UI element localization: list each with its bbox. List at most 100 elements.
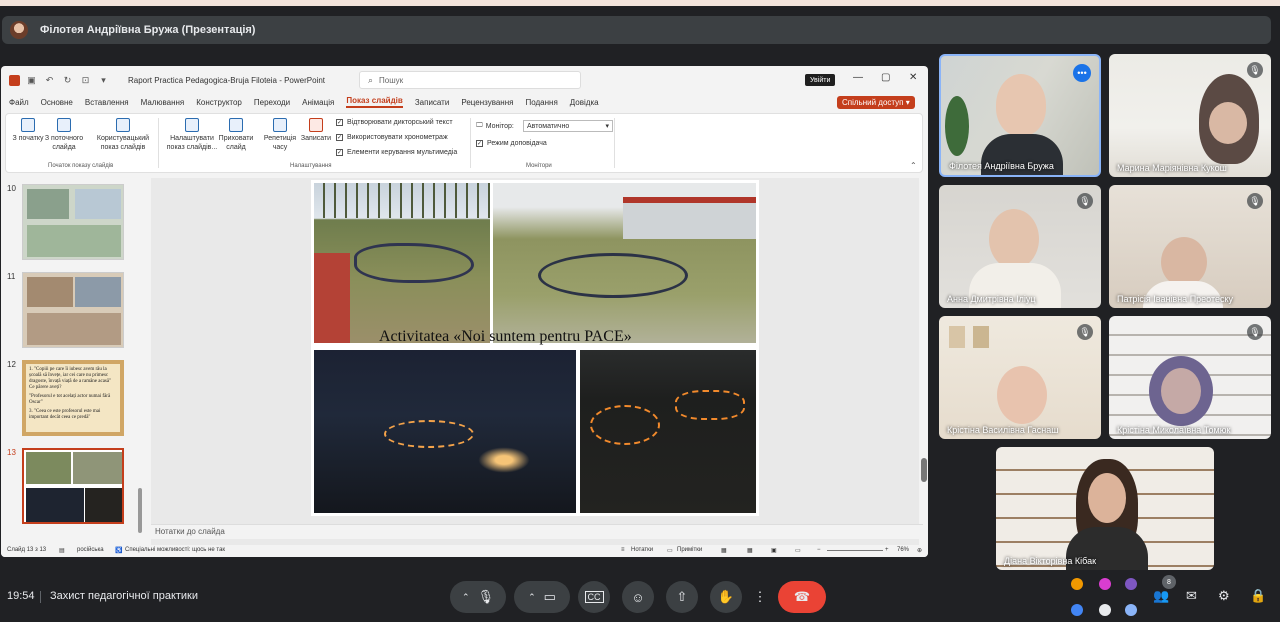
photo-school-building-shape [623, 197, 756, 239]
menu-item[interactable]: Записати [415, 98, 450, 107]
signin-button[interactable]: Увійти [805, 74, 836, 86]
present-icon[interactable]: ⊡ [80, 75, 91, 86]
participant-tile[interactable]: 🎙 Патрісія Іванівна Преотеску [1109, 185, 1271, 308]
zoom-level[interactable]: 76% [897, 547, 909, 553]
camera-button[interactable]: ⌃ ▭ [514, 581, 570, 613]
menu-item[interactable]: Файл [9, 98, 29, 107]
spellcheck-icon[interactable]: ▤ [59, 547, 65, 554]
mic-button[interactable]: ⌃ 🎙 [450, 581, 506, 613]
reaction-icon[interactable] [1125, 578, 1137, 590]
zoom-out-icon[interactable]: − [817, 547, 821, 553]
document-title: Raport Practica Pedagogica-Bruja Filotei… [128, 75, 325, 85]
menu-item[interactable]: Довідка [570, 98, 599, 107]
participant-tile[interactable]: Діана Вікторівна Кібак [996, 447, 1214, 570]
menu-item[interactable]: Вставлення [85, 98, 129, 107]
fit-slide-icon[interactable]: ⊕ [917, 547, 922, 554]
present-button[interactable]: ⇧ [666, 581, 698, 613]
media-controls-checkbox[interactable]: ✓ Елементи керування мультимедіа [336, 149, 457, 156]
save-icon[interactable]: ▣ [26, 75, 37, 86]
menu-item[interactable]: Рецензування [461, 98, 513, 107]
photo-candles-shape [590, 405, 660, 445]
participant-tile[interactable]: 🎙 Крістіна Василівна Гаснаш [939, 316, 1101, 439]
participant-count-badge: 8 [1162, 575, 1176, 589]
thumbnail-scrollbar[interactable] [138, 488, 142, 533]
setup-label: Налаштувати показ слайдів... [166, 135, 218, 151]
reaction-icon[interactable] [1071, 604, 1083, 616]
participant-tile[interactable]: ••• Філотея Андріївна Бружа [939, 54, 1101, 177]
more-options-button[interactable]: ⋮ [750, 581, 770, 613]
participant-tile[interactable]: 🎙 Анна Дмитрівна Іліуц [939, 185, 1101, 308]
language-indicator[interactable]: російська [77, 547, 104, 553]
menu-item[interactable]: Малювання [141, 98, 185, 107]
slide-thumbnail[interactable] [22, 184, 124, 260]
media-controls-label: Елементи керування мультимедіа [347, 149, 458, 156]
more-options-icon[interactable]: ••• [1073, 64, 1091, 82]
customize-icon[interactable]: ▾ [98, 75, 109, 86]
search-placeholder: Пошук [379, 75, 404, 85]
menu-item[interactable]: Переходи [254, 98, 290, 107]
record-button[interactable]: Записати [298, 118, 334, 143]
host-controls-icon[interactable]: 🔒 [1250, 588, 1266, 604]
participant-tile[interactable]: 🎙 Крістіна Миколаївна Томюк [1109, 316, 1271, 439]
accessibility-status[interactable]: Спеціальні можливості: щось не так [125, 547, 225, 553]
comments-toggle[interactable]: Примітки [677, 547, 702, 553]
menu-item[interactable]: Подання [525, 98, 557, 107]
participant-name: Діана Вікторівна Кібак [1004, 556, 1097, 566]
monitor-select[interactable]: Автоматично ▾ [523, 120, 613, 132]
from-current-button[interactable]: З поточного слайда [44, 118, 84, 152]
hand-icon: ✋ [717, 589, 735, 604]
chevron-up-icon[interactable]: ⌃ [528, 592, 536, 603]
menu-item[interactable]: Конструктор [196, 98, 242, 107]
slide-thumbnail[interactable] [22, 272, 124, 348]
menu-item[interactable]: Показ слайдів [346, 96, 403, 108]
slide-thumbnail[interactable]: 1. "Copiii pe care îi iubesc avem rău la… [22, 360, 124, 436]
raise-hand-button[interactable]: ✋ [710, 581, 742, 613]
rehearse-timer-icon [273, 118, 287, 132]
normal-view-icon[interactable]: ▦ [721, 547, 727, 554]
custom-show-button[interactable]: Користувацький показ слайдів [92, 118, 154, 152]
slide-thumbnail-active[interactable] [22, 448, 124, 524]
custom-show-icon [116, 118, 130, 132]
participant-tile[interactable]: 🎙 Марина Маріянівна Кукош [1109, 54, 1271, 177]
canvas-scrollbar[interactable] [921, 458, 927, 482]
use-timings-checkbox[interactable]: ✓ Використовувати хронометраж [336, 134, 448, 141]
from-current-label: З поточного слайда [44, 135, 84, 151]
setup-show-button[interactable]: Налаштувати показ слайдів... [162, 118, 222, 152]
leave-call-button[interactable]: ☎ [778, 581, 826, 613]
menu-item[interactable]: Анімація [302, 98, 334, 107]
notes-pane[interactable]: Нотатки до слайда [151, 524, 923, 539]
zoom-slider[interactable] [827, 550, 883, 551]
minimize-icon[interactable]: — [853, 72, 863, 83]
chevron-up-icon[interactable]: ⌃ [462, 592, 470, 603]
share-button[interactable]: Спільний доступ ▾ [837, 96, 915, 109]
reaction-icon[interactable] [1071, 578, 1083, 590]
wall-picture-shape [949, 326, 965, 348]
collapse-ribbon-icon[interactable]: ⌃ [910, 161, 917, 170]
hide-slide-button[interactable]: Приховати слайд [218, 118, 254, 152]
maximize-icon[interactable]: ▢ [881, 72, 890, 83]
activities-icon[interactable]: ⚙ [1218, 588, 1230, 604]
rehearse-button[interactable]: Репетиція часу [262, 118, 298, 152]
redo-icon[interactable]: ↻ [62, 75, 73, 86]
reading-view-icon[interactable]: ▣ [771, 547, 777, 554]
chat-icon[interactable]: ✉ [1186, 588, 1197, 604]
close-icon[interactable]: ✕ [909, 72, 917, 83]
slide-sorter-icon[interactable]: ▦ [747, 547, 753, 554]
divider [40, 591, 41, 603]
zoom-in-icon[interactable]: + [885, 547, 889, 553]
play-narration-checkbox[interactable]: ✓ Відтворювати дикторський текст [336, 119, 453, 126]
ppt-search-input[interactable]: ⌕ Пошук [359, 71, 581, 89]
notes-toggle[interactable]: Нотатки [631, 547, 653, 553]
from-start-button[interactable]: З початку [10, 118, 46, 143]
people-icon[interactable]: 👥 [1153, 588, 1169, 604]
captions-button[interactable]: CC [578, 581, 610, 613]
slideshow-icon[interactable]: ▭ [795, 547, 801, 554]
undo-icon[interactable]: ↶ [44, 75, 55, 86]
mic-off-icon: 🎙 [1247, 324, 1263, 340]
powerpoint-window: ▣ ↶ ↻ ⊡ ▾ Raport Practica Pedagogica-Bru… [1, 66, 928, 557]
reactions-button[interactable]: ☺ [622, 581, 654, 613]
presenter-view-checkbox[interactable]: ✓ Режим доповідача [476, 140, 547, 147]
reaction-icon[interactable] [1099, 578, 1111, 590]
clock: 19:54 [7, 590, 35, 602]
menu-item[interactable]: Основне [41, 98, 73, 107]
